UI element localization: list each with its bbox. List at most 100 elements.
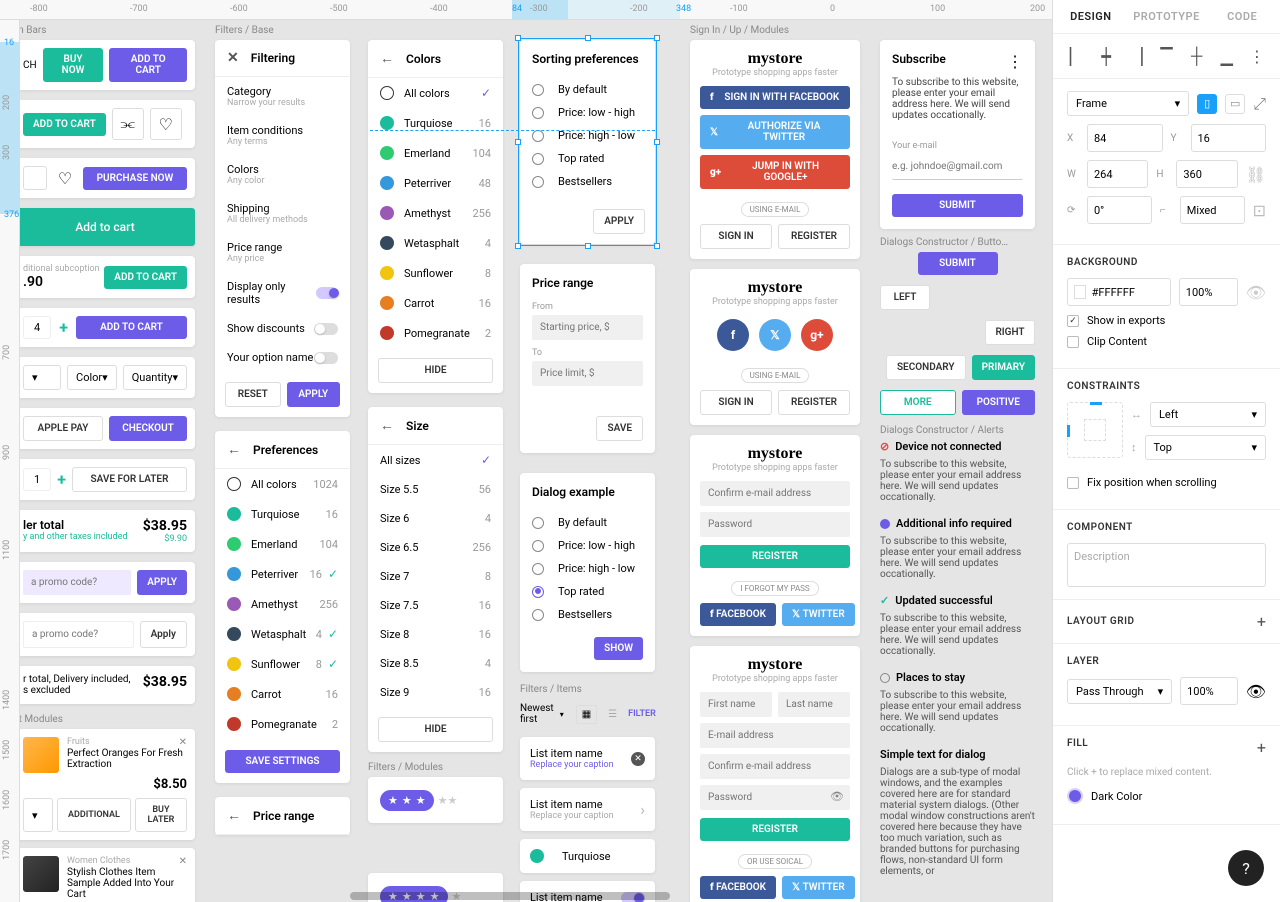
filter-link[interactable]: FILTER: [628, 709, 656, 719]
color-dropdown[interactable]: Color▾: [67, 365, 117, 390]
orientation-landscape-icon[interactable]: ▭: [1225, 94, 1245, 114]
add-to-cart-big[interactable]: Add to cart: [20, 208, 195, 246]
align-hcenter-icon[interactable]: ┿: [1091, 44, 1121, 68]
reset-button[interactable]: RESET: [225, 382, 281, 407]
twitter-button[interactable]: 𝕏AUTHORIZE VIA TWITTER: [700, 115, 850, 149]
hide-button[interactable]: HIDE: [378, 358, 493, 383]
orientation-portrait-icon[interactable]: ▯: [1197, 94, 1217, 114]
google-button[interactable]: g+JUMP IN WITH GOOGLE+: [700, 155, 850, 189]
color-row[interactable]: Pomegranate2: [368, 318, 503, 348]
apply-button[interactable]: APPLY: [287, 382, 341, 407]
save-later-button[interactable]: SAVE FOR LATER: [72, 467, 187, 492]
twitter-icon[interactable]: 𝕏: [759, 319, 791, 351]
list-icon[interactable]: ☰: [603, 706, 622, 723]
align-vcenter-icon[interactable]: ┼: [1182, 44, 1212, 68]
sort-option[interactable]: Price: low - high: [532, 534, 643, 557]
price-from-input[interactable]: [532, 315, 643, 340]
apply-button[interactable]: APPLY: [137, 570, 187, 595]
save-settings-button[interactable]: SAVE SETTINGS: [225, 750, 340, 773]
size-row[interactable]: Size 5.556: [368, 475, 503, 504]
description-input[interactable]: Description: [1067, 543, 1266, 587]
back-icon[interactable]: ←: [380, 417, 394, 434]
color-row[interactable]: Sunflower8: [368, 258, 503, 288]
sort-option[interactable]: By default: [532, 511, 643, 534]
color-row[interactable]: Turquiose16: [215, 499, 350, 529]
color-row[interactable]: Pomegranate2: [215, 709, 350, 739]
size-row[interactable]: All sizes✓: [368, 445, 503, 475]
design-canvas[interactable]: m Bars CH BUY NOW ADD TO CART ADD TO CAR…: [20, 20, 1052, 902]
email-input[interactable]: [892, 154, 1023, 180]
dropdown[interactable]: ▾: [23, 365, 61, 390]
close-icon[interactable]: ✕: [179, 856, 187, 867]
size-row[interactable]: Size 8.54: [368, 649, 503, 678]
align-top-icon[interactable]: ▔: [1151, 44, 1181, 68]
buy-now-button[interactable]: BUY NOW: [43, 48, 104, 82]
share-icon[interactable]: ⫘: [112, 108, 144, 140]
color-row[interactable]: Carrot16: [215, 679, 350, 709]
back-icon[interactable]: ←: [380, 50, 394, 67]
chevron-right-icon[interactable]: ›: [640, 800, 645, 819]
sort-option[interactable]: Price: high - low: [532, 124, 643, 147]
hconstraint-dropdown[interactable]: Left▾: [1150, 402, 1266, 427]
toggle[interactable]: [316, 287, 339, 299]
plus-icon[interactable]: +: [57, 470, 66, 489]
price-to-input[interactable]: [532, 361, 643, 386]
color-row[interactable]: Emerland104: [368, 138, 503, 168]
size-row[interactable]: Size 78: [368, 562, 503, 591]
sort-option[interactable]: Price: high - low: [532, 557, 643, 580]
google-icon[interactable]: g+: [801, 319, 833, 351]
color-row[interactable]: Emerland104: [215, 529, 350, 559]
apply-button[interactable]: Apply: [140, 621, 187, 648]
add-to-cart-button[interactable]: ADD TO CART: [104, 266, 187, 289]
purchase-button[interactable]: PURCHASE NOW: [83, 167, 187, 190]
color-row[interactable]: Amethyst256: [368, 198, 503, 228]
size-row[interactable]: Size 64: [368, 504, 503, 533]
color-row[interactable]: Wetasphalt4✓: [215, 619, 350, 649]
checkbox[interactable]: [1067, 336, 1079, 348]
promo-input[interactable]: [23, 621, 134, 648]
plus-icon[interactable]: +: [1257, 612, 1266, 631]
toggle[interactable]: [314, 323, 338, 335]
add-to-cart-button[interactable]: ADD TO CART: [23, 113, 106, 136]
frame-type-dropdown[interactable]: Frame▾: [1067, 91, 1189, 116]
facebook-icon[interactable]: f: [717, 319, 749, 351]
add-to-cart-button[interactable]: ADD TO CART: [109, 48, 187, 82]
qty-dropdown[interactable]: Quantity▾: [123, 365, 187, 390]
sort-option[interactable]: Price: low - high: [532, 101, 643, 124]
heart-icon[interactable]: ♡: [53, 166, 77, 190]
close-icon[interactable]: ✕: [631, 752, 645, 766]
size-row[interactable]: Size 916: [368, 678, 503, 707]
color-row[interactable]: Sunflower8✓: [215, 649, 350, 679]
sort-option[interactable]: Bestsellers: [532, 603, 643, 626]
size-row[interactable]: Size 6.5256: [368, 533, 503, 562]
x-input[interactable]: [1094, 132, 1156, 145]
checkbox[interactable]: [1067, 315, 1079, 327]
promo-input[interactable]: [23, 570, 131, 595]
color-style-swatch[interactable]: [1067, 788, 1083, 804]
eye-icon[interactable]: 👁: [830, 790, 844, 803]
color-row[interactable]: Wetasphalt4: [368, 228, 503, 258]
rating-pill[interactable]: ★★★: [380, 790, 434, 811]
back-icon[interactable]: ←: [227, 441, 241, 458]
color-row[interactable]: Peterriver16✓: [215, 559, 350, 589]
align-right-icon[interactable]: ▕: [1121, 44, 1151, 68]
size-row[interactable]: Size 816: [368, 620, 503, 649]
close-icon[interactable]: ✕: [227, 50, 239, 66]
color-row[interactable]: Turquiose16: [368, 108, 503, 138]
color-row[interactable]: Amethyst256: [215, 589, 350, 619]
apple-pay-button[interactable]: APPLE PAY: [23, 416, 103, 441]
resize-icon[interactable]: ⤢: [1253, 94, 1266, 114]
facebook-button[interactable]: fSIGN IN WITH FACEBOOK: [700, 86, 850, 109]
blend-dropdown[interactable]: Pass Through▾: [1067, 679, 1172, 704]
checkbox[interactable]: [1067, 477, 1079, 489]
h-input[interactable]: [1183, 168, 1230, 181]
heart-icon[interactable]: ♡: [150, 108, 182, 140]
tab-prototype[interactable]: PROTOTYPE: [1129, 0, 1205, 33]
w-input[interactable]: [1094, 168, 1141, 181]
submit-button[interactable]: SUBMIT: [892, 194, 1023, 217]
tab-code[interactable]: CODE: [1204, 0, 1280, 33]
link-icon[interactable]: ⛓: [1246, 165, 1266, 184]
checkout-button[interactable]: CHECKOUT: [109, 416, 187, 441]
more-icon[interactable]: ⋮: [1007, 52, 1023, 71]
constraints-diagram[interactable]: [1067, 402, 1123, 458]
